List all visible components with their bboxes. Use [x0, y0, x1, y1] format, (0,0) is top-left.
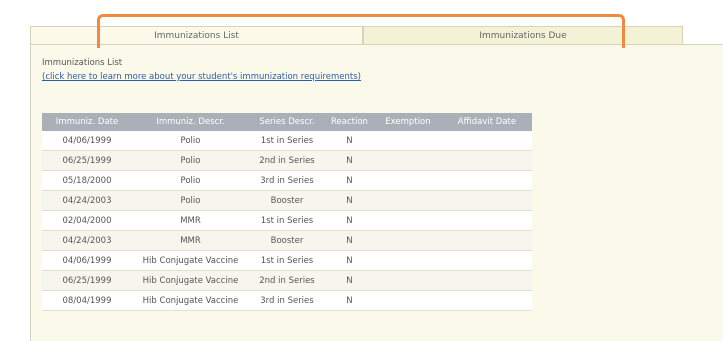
tab-immunizations-due[interactable]: Immunizations Due	[363, 26, 683, 44]
header-affidavit-date[interactable]: Affidavit Date	[441, 113, 532, 131]
cell-date: 04/06/1999	[42, 131, 132, 151]
cell-affidavit	[441, 210, 532, 231]
table-row: 02/04/2000 MMR 1st in Series N	[42, 210, 532, 231]
cell-affidavit	[441, 190, 532, 211]
cell-reaction: N	[325, 170, 374, 191]
cell-date: 06/25/1999	[42, 150, 132, 171]
cell-series: 3rd in Series	[249, 170, 325, 191]
cell-series: 3rd in Series	[249, 290, 325, 311]
cell-exemption	[373, 131, 442, 151]
cell-exemption	[373, 150, 442, 171]
cell-affidavit	[441, 230, 532, 251]
cell-descr: Polio	[132, 150, 249, 171]
cell-series: 2nd in Series	[249, 270, 325, 291]
cell-descr: MMR	[132, 230, 249, 251]
cell-date: 04/24/2003	[42, 230, 132, 251]
cell-date: 05/18/2000	[42, 170, 132, 191]
cell-descr: Hib Conjugate Vaccine	[132, 270, 249, 291]
header-immuniz-date[interactable]: Immuniz. Date	[42, 113, 132, 131]
tab-immunizations-due-label: Immunizations Due	[479, 31, 567, 41]
cell-reaction: N	[325, 230, 374, 251]
cell-series: 2nd in Series	[249, 150, 325, 171]
cell-descr: Polio	[132, 131, 249, 151]
cell-exemption	[373, 230, 442, 251]
cell-exemption	[373, 210, 442, 231]
cell-affidavit	[441, 270, 532, 291]
header-exemption[interactable]: Exemption	[373, 113, 442, 131]
cell-reaction: N	[325, 210, 374, 231]
table-header-row: Immuniz. Date Immuniz. Descr. Series Des…	[42, 113, 532, 131]
table-row: 06/25/1999 Hib Conjugate Vaccine 2nd in …	[42, 270, 532, 291]
cell-affidavit	[441, 131, 532, 151]
tab-immunizations-list[interactable]: Immunizations List	[30, 26, 363, 44]
table-row: 06/25/1999 Polio 2nd in Series N	[42, 150, 532, 171]
cell-reaction: N	[325, 290, 374, 311]
cell-affidavit	[441, 150, 532, 171]
cell-exemption	[373, 190, 442, 211]
cell-reaction: N	[325, 150, 374, 171]
cell-reaction: N	[325, 131, 374, 151]
cell-descr: Hib Conjugate Vaccine	[132, 290, 249, 311]
cell-date: 02/04/2000	[42, 210, 132, 231]
table-row: 04/24/2003 Polio Booster N	[42, 190, 532, 211]
table-row: 04/06/1999 Hib Conjugate Vaccine 1st in …	[42, 250, 532, 271]
cell-series: 1st in Series	[249, 210, 325, 231]
section-title: Immunizations List	[42, 58, 123, 68]
cell-series: Booster	[249, 230, 325, 251]
tab-immunizations-list-label: Immunizations List	[154, 31, 239, 41]
cell-date: 04/24/2003	[42, 190, 132, 211]
cell-affidavit	[441, 170, 532, 191]
cell-exemption	[373, 290, 442, 311]
cell-reaction: N	[325, 270, 374, 291]
table-row: 04/24/2003 MMR Booster N	[42, 230, 532, 251]
cell-series: Booster	[249, 190, 325, 211]
table-row: 08/04/1999 Hib Conjugate Vaccine 3rd in …	[42, 290, 532, 311]
cell-date: 08/04/1999	[42, 290, 132, 311]
immunizations-table: Immuniz. Date Immuniz. Descr. Series Des…	[42, 113, 532, 311]
cell-date: 06/25/1999	[42, 270, 132, 291]
cell-series: 1st in Series	[249, 131, 325, 151]
cell-exemption	[373, 170, 442, 191]
header-reaction[interactable]: Reaction	[325, 113, 374, 131]
cell-descr: Polio	[132, 170, 249, 191]
cell-affidavit	[441, 250, 532, 271]
cell-reaction: N	[325, 250, 374, 271]
table-row: 05/18/2000 Polio 3rd in Series N	[42, 170, 532, 191]
learn-more-link[interactable]: (click here to learn more about your stu…	[42, 72, 361, 82]
cell-series: 1st in Series	[249, 250, 325, 271]
tab-bar: Immunizations List Immunizations Due	[0, 0, 723, 46]
cell-descr: Polio	[132, 190, 249, 211]
table-row: 04/06/1999 Polio 1st in Series N	[42, 131, 532, 151]
cell-reaction: N	[325, 190, 374, 211]
cell-affidavit	[441, 290, 532, 311]
cell-descr: Hib Conjugate Vaccine	[132, 250, 249, 271]
cell-descr: MMR	[132, 210, 249, 231]
cell-exemption	[373, 270, 442, 291]
cell-exemption	[373, 250, 442, 271]
header-immuniz-descr[interactable]: Immuniz. Descr.	[132, 113, 249, 131]
header-series-descr[interactable]: Series Descr.	[249, 113, 325, 131]
cell-date: 04/06/1999	[42, 250, 132, 271]
